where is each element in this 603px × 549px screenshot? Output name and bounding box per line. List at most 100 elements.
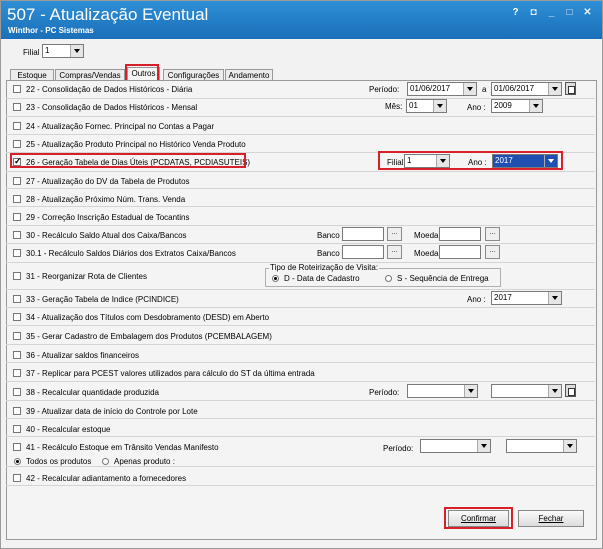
banco-lookup-button-30[interactable]: ... (387, 227, 402, 241)
moeda-input-301[interactable] (439, 245, 481, 259)
ano-label: Ano : (467, 103, 486, 112)
checkbox-27[interactable] (13, 177, 21, 185)
radio-todos-produtos[interactable] (14, 458, 21, 465)
row-39-label: 39 - Atualizar data de início do Control… (26, 407, 198, 416)
checkbox-30[interactable] (13, 231, 21, 239)
moeda-lookup-button-301[interactable]: ... (485, 245, 500, 259)
row-29-label: 29 - Correção Inscrição Estadual de Toca… (26, 213, 190, 222)
checkbox-33[interactable] (13, 295, 21, 303)
checkbox-25[interactable] (13, 140, 21, 148)
chevron-down-icon (563, 440, 576, 452)
checkbox-29[interactable] (13, 213, 21, 221)
checkbox-23[interactable] (13, 103, 21, 111)
ano-33-value: 2017 (494, 293, 512, 302)
mes-label: Mês: (385, 102, 403, 111)
calendar-icon[interactable] (565, 384, 576, 397)
checkbox-24[interactable] (13, 122, 21, 130)
chevron-down-icon (463, 83, 476, 95)
radio-apenas-produto[interactable] (102, 458, 109, 465)
row-24-label: 24 - Atualização Fornec. Principal no Co… (26, 122, 215, 131)
periodo-41-to[interactable] (506, 439, 577, 453)
mes-select[interactable]: 01 (406, 99, 447, 113)
checkbox-28[interactable] (13, 195, 21, 203)
checkbox-31[interactable] (13, 272, 21, 280)
checkbox-40[interactable] (13, 425, 21, 433)
window-title: 507 - Atualização Eventual (7, 5, 209, 24)
chevron-down-icon (433, 100, 446, 112)
ano-33-select[interactable]: 2017 (491, 291, 562, 305)
row-33-label: 33 - Geração Tabela de Indice (PCINDICE) (26, 295, 179, 304)
row-23-label: 23 - Consolidação de Dados Históricos - … (26, 103, 198, 112)
fechar-button[interactable]: Fechar (518, 510, 584, 527)
date-from-value: 01/06/2017 (410, 84, 451, 93)
date-to-picker[interactable]: 01/06/2017 (491, 82, 562, 96)
chevron-down-icon (464, 385, 477, 397)
main-window: 507 - Atualização Eventual Winthor - PC … (0, 0, 603, 549)
banco-label-30: Banco (317, 231, 340, 240)
radio-data-cadastro[interactable] (272, 275, 279, 282)
radio-apenas-produto-label: Apenas produto : (114, 457, 175, 466)
chevron-down-icon (477, 440, 490, 452)
row-30-1-label: 30.1 - Recálculo Saldos Diários dos Extr… (26, 249, 236, 258)
checkbox-39[interactable] (13, 407, 21, 415)
close-button[interactable]: ✕ (583, 7, 592, 18)
filial-value: 1 (45, 46, 50, 55)
checkbox-30-1[interactable] (13, 249, 21, 257)
periodo-41-label: Período: (383, 444, 414, 453)
chevron-down-icon (548, 292, 561, 304)
checkbox-34[interactable] (13, 313, 21, 321)
checkbox-36[interactable] (13, 351, 21, 359)
filial-label: Filial (23, 48, 40, 57)
mes-value: 01 (409, 101, 418, 110)
checkbox-35[interactable] (13, 332, 21, 340)
calendar-icon[interactable] (565, 82, 576, 95)
periodo-41-from[interactable] (420, 439, 491, 453)
checkbox-42[interactable] (13, 474, 21, 482)
moeda-lookup-button-30[interactable]: ... (485, 227, 500, 241)
row-41-label: 41 - Recálculo Estoque em Trânsito Venda… (26, 443, 219, 452)
moeda-label-301: Moeda (414, 249, 439, 258)
highlight-confirmar (444, 507, 513, 529)
filial-select[interactable]: 1 (42, 44, 84, 58)
checkbox-41[interactable] (13, 443, 21, 451)
chevron-down-icon (548, 385, 561, 397)
row-40-label: 40 - Recalcular estoque (26, 425, 111, 434)
maximize-button[interactable]: □ (565, 7, 574, 18)
ano-select-23[interactable]: 2009 (491, 99, 543, 113)
highlight-filial-ano (378, 151, 563, 170)
periodo-38-label: Período: (369, 388, 400, 397)
row-27-label: 27 - Atualização do DV da Tabela de Prod… (26, 177, 190, 186)
row-31-label: 31 - Reorganizar Rota de Clientes (26, 272, 147, 281)
periodo-label: Período: (369, 85, 400, 94)
moeda-label-30: Moeda (414, 231, 439, 240)
title-bar: 507 - Atualização Eventual Winthor - PC … (1, 1, 602, 39)
radio-sequencia-entrega-label: S - Sequência de Entrega (397, 274, 489, 283)
banco-input-301[interactable] (342, 245, 384, 259)
banco-input-30[interactable] (342, 227, 384, 241)
ano-33-label: Ano : (467, 295, 486, 304)
chevron-down-icon (529, 100, 542, 112)
checkbox-38[interactable] (13, 388, 21, 396)
row-22-label: 22 - Consolidação de Dados Históricos - … (26, 85, 193, 94)
row-34-label: 34 - Atualização dos Títulos com Desdobr… (26, 313, 270, 322)
restore-icon[interactable]: ◘ (529, 7, 538, 18)
date-to-value: 01/06/2017 (494, 84, 535, 93)
row-35-label: 35 - Gerar Cadastro de Embalagem dos Pro… (26, 332, 272, 341)
moeda-input-30[interactable] (439, 227, 481, 241)
highlight-row-26 (10, 153, 246, 168)
minimize-button[interactable]: _ (547, 7, 556, 18)
row-28-label: 28 - Atualização Próximo Núm. Trans. Ven… (26, 195, 186, 204)
banco-label-301: Banco (317, 249, 340, 258)
date-from-picker[interactable]: 01/06/2017 (407, 82, 477, 96)
radio-todos-produtos-label: Todos os produtos (26, 457, 92, 466)
checkbox-37[interactable] (13, 369, 21, 377)
periodo-38-to[interactable] (491, 384, 562, 398)
radio-data-cadastro-label: D - Data de Cadastro (284, 274, 360, 283)
help-button[interactable]: ? (511, 7, 520, 18)
checkbox-22[interactable] (13, 85, 21, 93)
banco-lookup-button-301[interactable]: ... (387, 245, 402, 259)
row-38-label: 38 - Recalcular quantidade produzida (26, 388, 159, 397)
radio-sequencia-entrega[interactable] (385, 275, 392, 282)
periodo-38-from[interactable] (407, 384, 478, 398)
ano-value-23: 2009 (494, 101, 512, 110)
